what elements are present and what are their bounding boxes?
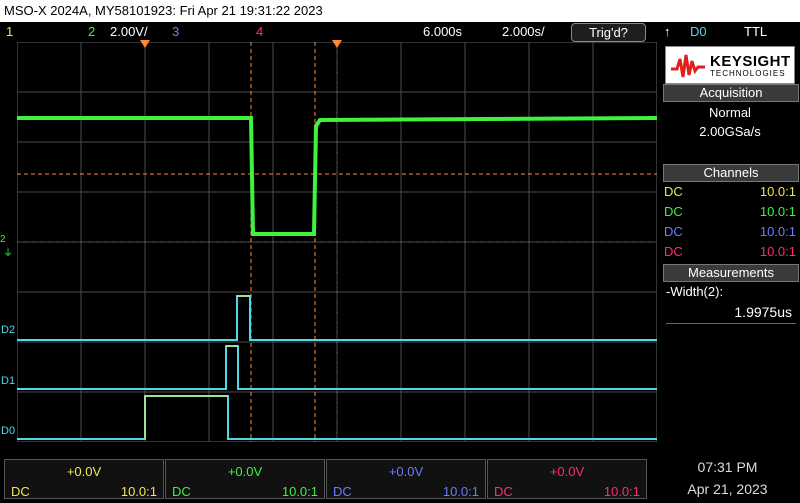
trigger-status-button[interactable]: Trig'd? [571,23,646,42]
ch2-number[interactable]: 2 [88,22,95,42]
top-status-bar: 1 2 2.00V/ 3 4 6.000s 2.000s/ Trig'd? ↑ … [0,22,800,42]
clock: 07:31 PM Apr 21, 2023 [655,459,800,497]
channels-header[interactable]: Channels [663,164,799,182]
measurements-header[interactable]: Measurements [663,264,799,282]
ground-icon: ⏚ [3,248,13,259]
measurement-value: 1.9975us [734,304,792,320]
channel-row-4[interactable]: DC 10.0:1 [664,242,796,262]
trigger-source[interactable]: D0 [690,22,707,42]
ch1-number[interactable]: 1 [6,22,13,42]
ch2-scale[interactable]: 2.00V/ [110,22,148,42]
bottom-channel-bar: +0.0V DC 10.0:1 +0.0V DC 10.0:1 +0.0V DC… [0,455,800,503]
measurement-divider [666,323,796,324]
channel-row-3[interactable]: DC 10.0:1 [664,222,796,242]
trigger-delay[interactable]: 6.000s [423,22,462,42]
ch4-number[interactable]: 4 [256,22,263,42]
d2-label[interactable]: D2 [1,324,15,336]
keysight-logo: KEYSIGHT TECHNOLOGIES [665,46,795,84]
ch3-info-box[interactable]: +0.0V DC 10.0:1 [326,459,486,499]
window-title: MSO-X 2024A, MY58101923: Fri Apr 21 19:3… [0,0,800,22]
trigger-edge-icon: ↑ [664,24,671,39]
acquisition-rate: 2.00GSa/s [699,124,761,139]
ch1-info-box[interactable]: +0.0V DC 10.0:1 [4,459,164,499]
channel-row-1[interactable]: DC 10.0:1 [664,182,796,202]
waveform-display[interactable] [17,42,657,442]
d0-label[interactable]: D0 [1,425,15,437]
side-panel: KEYSIGHT TECHNOLOGIES Acquisition Normal… [660,42,800,443]
keysight-wave-icon [671,54,705,78]
ch4-info-box[interactable]: +0.0V DC 10.0:1 [487,459,647,499]
brand-sub: TECHNOLOGIES [710,69,786,78]
measurement-label: -Width(2): [666,284,724,299]
clock-time: 07:31 PM [697,459,758,475]
trigger-level[interactable]: TTL [744,22,767,42]
brand-name: KEYSIGHT [710,53,791,70]
clock-date: Apr 21, 2023 [687,481,768,497]
acquisition-header[interactable]: Acquisition [663,84,799,102]
time-reference-marker[interactable] [332,40,342,48]
timebase[interactable]: 2.000s/ [502,22,545,42]
trigger-position-marker[interactable] [140,40,150,48]
ch2-info-box[interactable]: +0.0V DC 10.0:1 [165,459,325,499]
channel-row-2[interactable]: DC 10.0:1 [664,202,796,222]
ch3-number[interactable]: 3 [172,22,179,42]
d1-label[interactable]: D1 [1,375,15,387]
acquisition-mode: Normal [709,105,751,120]
